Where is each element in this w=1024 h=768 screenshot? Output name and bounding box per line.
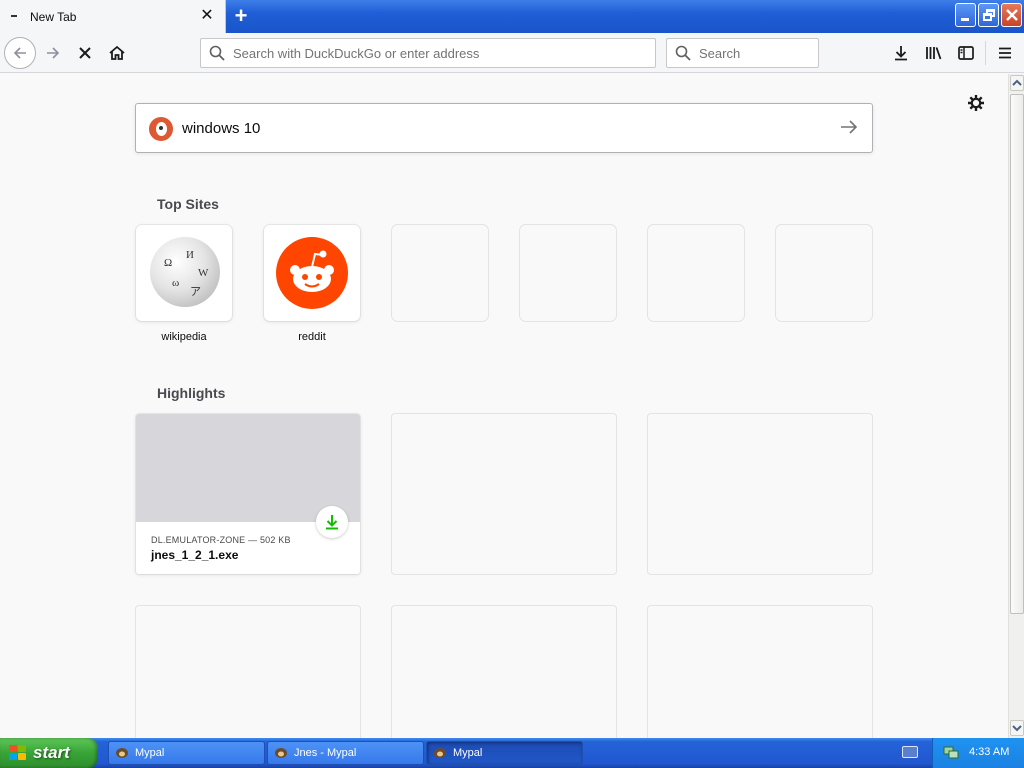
mypal-app-icon xyxy=(434,748,446,758)
close-window-button[interactable] xyxy=(1001,3,1022,27)
search-query[interactable]: windows 10 xyxy=(182,120,260,137)
wikipedia-logo-icon: Ω И W ω ア xyxy=(150,237,220,307)
sidebar-button[interactable] xyxy=(951,38,981,68)
tab-strip: New Tab ✕ + xyxy=(0,0,1024,33)
top-site-empty xyxy=(648,225,744,321)
minimize-button[interactable] xyxy=(955,3,976,27)
highlight-card-empty xyxy=(648,606,872,738)
taskbar-item-label: Jnes - Mypal xyxy=(294,747,357,759)
highlights-heading: Highlights xyxy=(157,385,226,401)
highlight-source: DL.EMULATOR-ZONE — 502 KB xyxy=(151,535,291,545)
url-bar[interactable] xyxy=(200,38,656,68)
gear-icon xyxy=(968,95,984,111)
newtab-search-box[interactable]: windows 10 xyxy=(135,103,873,153)
search-icon xyxy=(675,45,691,61)
stop-icon xyxy=(79,47,91,59)
tab-title: New Tab xyxy=(30,10,77,24)
tab-close-icon[interactable]: ✕ xyxy=(199,7,215,25)
keyboard-layout-icon[interactable] xyxy=(902,746,918,758)
top-site-empty xyxy=(520,225,616,321)
download-icon xyxy=(895,46,907,61)
top-site-label: reddit xyxy=(298,331,326,343)
highlight-card-empty xyxy=(648,414,872,574)
taskbar-item-mypal[interactable]: Mypal xyxy=(108,741,265,765)
chevron-down-icon xyxy=(1012,725,1022,732)
taskbar: start Mypal Jnes - Mypal Mypal 4:33 AM xyxy=(0,738,1024,768)
back-button[interactable] xyxy=(4,37,36,69)
mypal-app-icon xyxy=(275,748,287,758)
top-site-reddit[interactable] xyxy=(264,225,360,321)
search-bar[interactable] xyxy=(666,38,819,68)
restore-button[interactable] xyxy=(978,3,999,27)
library-button[interactable] xyxy=(919,38,949,68)
hamburger-menu-icon xyxy=(999,47,1011,59)
nav-bar xyxy=(0,33,1024,73)
top-site-empty xyxy=(776,225,872,321)
taskbar-item-mypal-active[interactable]: Mypal xyxy=(426,741,583,765)
top-site-empty xyxy=(392,225,488,321)
highlight-filename: jnes_1_2_1.exe xyxy=(151,548,239,562)
taskbar-item-jnes-mypal[interactable]: Jnes - Mypal xyxy=(267,741,424,765)
home-button[interactable] xyxy=(102,38,132,68)
customize-button[interactable] xyxy=(967,94,985,115)
clock[interactable]: 4:33 AM xyxy=(969,746,1009,758)
highlight-card-empty xyxy=(392,606,616,738)
start-label: start xyxy=(33,743,70,762)
mypal-app-icon xyxy=(116,748,128,758)
start-button[interactable]: start xyxy=(0,738,98,768)
library-icon xyxy=(926,47,942,60)
search-go-arrow-icon[interactable] xyxy=(840,119,858,135)
top-site-wikipedia[interactable]: Ω И W ω ア xyxy=(136,225,232,321)
windows-logo-icon xyxy=(9,745,27,762)
chevron-up-icon xyxy=(1012,79,1022,86)
restore-icon-back xyxy=(983,13,992,21)
highlight-card-empty xyxy=(136,606,360,738)
minimize-icon xyxy=(961,18,969,21)
home-icon xyxy=(109,45,125,60)
download-icon xyxy=(326,515,338,530)
scroll-thumb[interactable] xyxy=(1010,94,1024,614)
url-input[interactable] xyxy=(233,39,643,67)
menu-button[interactable] xyxy=(990,38,1020,68)
tab-loading-icon xyxy=(11,15,17,17)
back-arrow-icon xyxy=(13,47,26,59)
top-sites-heading: Top Sites xyxy=(157,196,219,212)
system-tray: 4:33 AM xyxy=(932,738,1024,768)
scroll-down-button[interactable] xyxy=(1010,720,1024,736)
network-icon[interactable] xyxy=(943,744,959,760)
top-site-label: wikipedia xyxy=(161,331,207,343)
vertical-scrollbar[interactable] xyxy=(1008,74,1024,738)
stop-button[interactable] xyxy=(70,38,100,68)
reddit-logo-icon xyxy=(276,237,348,309)
highlight-card-empty xyxy=(392,414,616,574)
search-icon xyxy=(209,45,225,61)
tab-new-tab[interactable]: New Tab ✕ xyxy=(0,0,226,33)
taskbar-item-label: Mypal xyxy=(135,747,165,759)
downloads-button[interactable] xyxy=(886,38,916,68)
close-icon xyxy=(1005,9,1018,21)
new-tab-button[interactable]: + xyxy=(230,5,252,27)
forward-button[interactable] xyxy=(38,38,68,68)
forward-arrow-icon xyxy=(47,47,60,59)
duckduckgo-logo-icon xyxy=(148,116,174,142)
download-badge xyxy=(316,506,348,538)
new-tab-page: windows 10 Top Sites Ω И W ω ア wikipedia xyxy=(0,74,1008,738)
taskbar-item-label: Mypal xyxy=(453,747,483,759)
scroll-up-button[interactable] xyxy=(1010,75,1024,91)
toolbar-separator xyxy=(985,41,986,65)
search-input[interactable] xyxy=(699,39,814,67)
sidebar-icon xyxy=(958,46,974,60)
highlight-card-download[interactable]: DL.EMULATOR-ZONE — 502 KB jnes_1_2_1.exe xyxy=(136,414,360,574)
